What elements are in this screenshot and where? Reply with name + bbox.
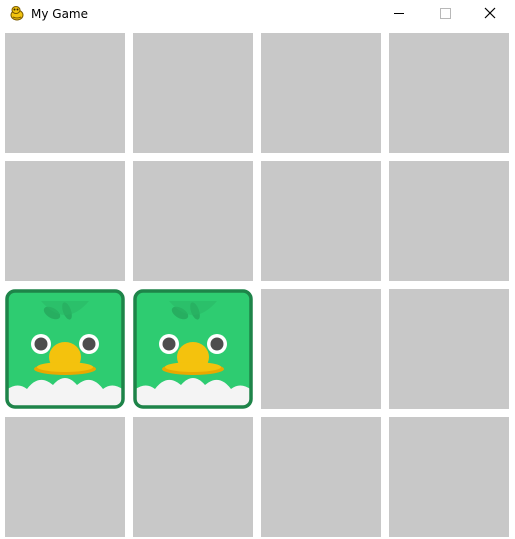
game-window: My Game (0, 0, 515, 539)
hidden-tile[interactable] (5, 417, 125, 537)
hidden-tile[interactable] (389, 161, 509, 281)
close-icon (484, 7, 496, 19)
maximize-button[interactable] (422, 0, 468, 28)
hidden-tile[interactable] (5, 161, 125, 281)
window-title: My Game (31, 7, 88, 21)
green-bird-icon (133, 289, 253, 409)
revealed-tile-bird[interactable] (133, 289, 253, 409)
hidden-tile[interactable] (133, 33, 253, 153)
hidden-tile[interactable] (261, 417, 381, 537)
close-button[interactable] (468, 0, 514, 28)
minimize-icon (394, 13, 404, 14)
green-bird-icon (5, 289, 125, 409)
hidden-tile[interactable] (389, 289, 509, 409)
pygame-snake-icon (9, 5, 25, 21)
hidden-tile[interactable] (389, 33, 509, 153)
hidden-tile[interactable] (5, 33, 125, 153)
hidden-tile[interactable] (261, 289, 381, 409)
revealed-tile-bird[interactable] (5, 289, 125, 409)
hidden-tile[interactable] (389, 417, 509, 537)
game-board (0, 29, 515, 539)
hidden-tile[interactable] (261, 161, 381, 281)
hidden-tile[interactable] (133, 417, 253, 537)
title-bar[interactable]: My Game (0, 0, 515, 28)
hidden-tile[interactable] (133, 161, 253, 281)
minimize-button[interactable] (376, 0, 422, 28)
hidden-tile[interactable] (261, 33, 381, 153)
maximize-icon (440, 8, 451, 19)
